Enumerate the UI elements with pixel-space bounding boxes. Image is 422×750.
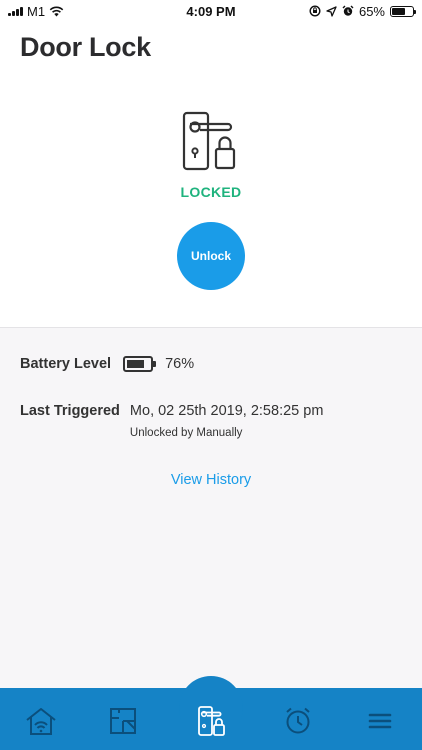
alarm-clock-icon [286,707,310,734]
battery-level-row: Battery Level 76% [20,356,194,372]
last-triggered-detail: Mo, 02 25th 2019, 2:58:25 pm Unlocked by… [130,403,323,439]
nav-home[interactable] [24,704,58,738]
battery-level-icon [123,356,157,372]
wifi-icon [49,6,64,16]
last-triggered-time: Mo, 02 25th 2019, 2:58:25 pm [129,403,324,419]
last-triggered-label: Last Triggered [20,403,120,419]
page-title: Door Lock [20,32,151,62]
nav-door-lock[interactable] [194,704,228,738]
last-triggered-row: Last Triggered Mo, 02 25th 2019, 2:58:25… [20,403,323,439]
screen-rotation-lock-icon [309,5,321,17]
signal-icon [8,6,23,16]
unlock-button[interactable]: Unlock [177,222,245,290]
door-lock-icon [198,706,225,736]
battery-level-fill [127,360,144,368]
nav-menu[interactable] [363,704,397,738]
status-bar-right: 65% [309,3,416,19]
alarm-icon [342,5,354,16]
lock-status: LOCKED [180,184,242,200]
carrier-name: M1 [27,3,46,19]
status-bar-left: M1 [8,4,64,19]
status-bar: M1 4:09 PM 65% [0,0,422,22]
last-triggered-source: Unlocked by Manually [129,427,243,439]
battery-percent: 65% [358,3,385,19]
nav-floor-plan[interactable] [106,704,140,738]
nav-schedule[interactable] [281,704,315,738]
battery-level-label: Battery Level [20,356,112,372]
lock-control-card: Door Lock LOCKED Unlock [0,22,422,328]
battery-level-value: 76% [165,356,195,372]
view-history-link[interactable]: View History [0,472,422,488]
floor-plan-icon [110,708,136,734]
battery-icon [390,5,416,17]
door-handle-lock-icon [180,110,240,172]
bottom-nav [0,676,422,750]
location-icon [326,5,337,17]
home-wifi-icon [26,708,56,735]
battery-fill [392,7,405,15]
menu-icon [368,713,392,729]
